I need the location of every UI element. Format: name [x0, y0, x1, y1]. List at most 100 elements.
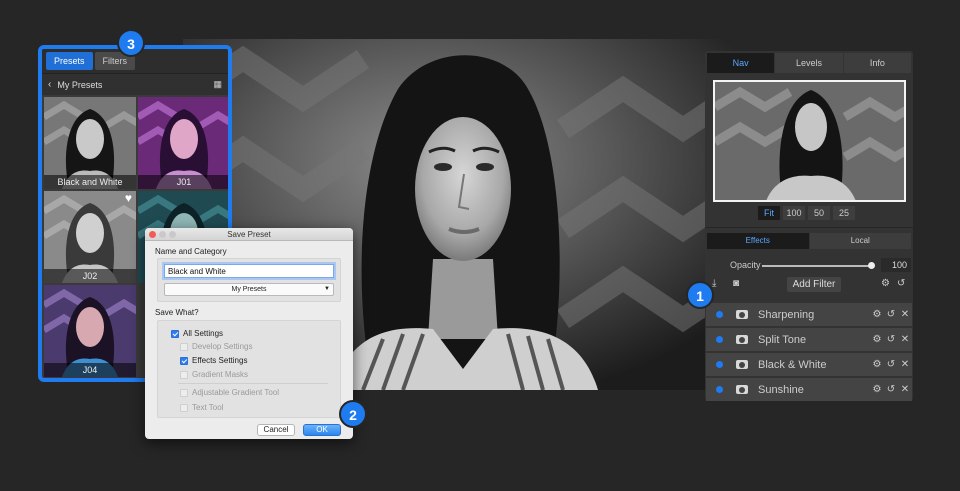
filter-enabled-dot-icon[interactable] [716, 336, 723, 343]
develop-settings-checkbox[interactable]: Develop Settings [180, 342, 252, 351]
checkbox-label: Gradient Masks [192, 370, 249, 379]
gear-icon[interactable]: ⚙ [870, 359, 884, 370]
favorite-heart-icon[interactable]: ♥ [125, 191, 132, 205]
tab-local[interactable]: Local [809, 233, 911, 249]
mask-icon[interactable]: ◙ [733, 278, 739, 289]
step-badge-1: 1 [686, 281, 714, 309]
tab-effects[interactable]: Effects [707, 233, 809, 249]
grid-view-icon[interactable]: ▦ [213, 79, 222, 90]
filter-row-sharpening[interactable]: Sharpening ⚙ ↺ ✕ [706, 303, 912, 326]
mask-icon[interactable] [736, 360, 748, 369]
mask-icon[interactable] [736, 310, 748, 319]
checkbox-label: Adjustable Gradient Tool [192, 388, 280, 397]
preset-name-input[interactable]: Black and White [164, 264, 334, 278]
preset-label: Black and White [44, 175, 136, 189]
effects-settings-checkbox[interactable]: Effects Settings [180, 356, 247, 365]
mask-icon[interactable] [736, 385, 748, 394]
category-select-value: My Presets [231, 286, 267, 293]
minimize-window-icon[interactable] [159, 231, 166, 238]
presets-header: ‹ My Presets ▦ [42, 73, 228, 95]
preset-thumb-j01[interactable]: J01 [138, 97, 228, 189]
filter-enabled-dot-icon[interactable] [716, 386, 723, 393]
preset-label: J04 [44, 363, 136, 377]
step-badge-2: 2 [339, 400, 367, 428]
tab-levels[interactable]: Levels [775, 53, 843, 73]
preset-thumb-black-and-white[interactable]: Black and White [44, 97, 136, 189]
checkbox-label: All Settings [183, 329, 224, 338]
panel-divider [705, 227, 913, 228]
reset-icon[interactable]: ↺ [884, 384, 898, 395]
filter-row-split-tone[interactable]: Split Tone ⚙ ↺ ✕ [706, 328, 912, 351]
save-preset-dialog: Save Preset Name and Category Black and … [145, 228, 353, 439]
close-icon[interactable]: ✕ [898, 384, 912, 395]
dialog-title-bar: Save Preset [145, 228, 353, 241]
gear-icon[interactable]: ⚙ [870, 309, 884, 320]
close-icon[interactable]: ✕ [898, 334, 912, 345]
checkbox-unchecked-icon [180, 388, 188, 397]
filter-name: Black & White [758, 358, 827, 371]
save-what-heading: Save What? [155, 308, 199, 317]
navigator-preview-image [715, 82, 904, 200]
filter-name: Sunshine [758, 383, 804, 396]
step-badge-3: 3 [117, 29, 145, 57]
opacity-slider-track[interactable] [762, 265, 873, 267]
checkbox-label: Develop Settings [192, 342, 253, 351]
checkbox-checked-icon [171, 329, 179, 338]
import-icon[interactable]: ⤓ [712, 278, 716, 289]
right-panel: Nav Levels Info Fit 100 50 25 Effects Lo… [705, 51, 913, 401]
gradient-masks-checkbox[interactable]: Gradient Masks [180, 370, 248, 379]
presets-category-title: My Presets [57, 79, 103, 90]
opacity-slider-handle[interactable] [868, 262, 875, 269]
tab-info[interactable]: Info [843, 53, 911, 73]
checkbox-unchecked-icon [180, 370, 188, 379]
preset-thumb-j04[interactable]: J04 [44, 285, 136, 377]
zoom-100-button[interactable]: 100 [783, 206, 805, 220]
close-icon[interactable]: ✕ [898, 359, 912, 370]
back-arrow-icon[interactable]: ‹ [48, 79, 51, 90]
filter-enabled-dot-icon[interactable] [716, 311, 723, 318]
gear-icon[interactable]: ⚙ [870, 334, 884, 345]
category-select[interactable]: My Presets ▼ [164, 283, 334, 296]
preset-thumb-j02[interactable]: ♥ J02 [44, 191, 136, 283]
checkbox-unchecked-icon [180, 403, 188, 412]
dialog-title: Save Preset [227, 230, 271, 239]
close-icon[interactable]: ✕ [898, 309, 912, 320]
reset-icon[interactable]: ↺ [884, 334, 898, 345]
zoom-window-icon[interactable] [169, 231, 176, 238]
window-controls [149, 231, 176, 238]
effects-local-tab-bar: Effects Local [707, 233, 911, 249]
options-divider [178, 383, 328, 384]
opacity-label: Opacity [730, 260, 761, 270]
gear-icon[interactable]: ⚙ [870, 384, 884, 395]
zoom-50-button[interactable]: 50 [808, 206, 830, 220]
checkbox-unchecked-icon [180, 342, 188, 351]
navigator-preview[interactable] [713, 80, 906, 202]
add-filter-button[interactable]: Add Filter [787, 277, 841, 292]
zoom-25-button[interactable]: 25 [833, 206, 855, 220]
filter-row-sunshine[interactable]: Sunshine ⚙ ↺ ✕ [706, 378, 912, 401]
close-window-icon[interactable] [149, 231, 156, 238]
filter-name: Sharpening [758, 308, 815, 321]
reset-icon[interactable]: ↺ [884, 309, 898, 320]
reset-icon[interactable]: ↺ [897, 278, 905, 289]
all-settings-checkbox[interactable]: All Settings [171, 329, 223, 338]
tab-presets[interactable]: Presets [46, 52, 93, 70]
text-tool-checkbox[interactable]: Text Tool [180, 403, 223, 412]
gear-icon[interactable]: ⚙ [881, 278, 890, 289]
zoom-controls: Fit 100 50 25 [758, 206, 855, 220]
zoom-fit-button[interactable]: Fit [758, 206, 780, 220]
preset-label: J02 [44, 269, 136, 283]
reset-icon[interactable]: ↺ [884, 359, 898, 370]
ok-button[interactable]: OK [303, 424, 341, 436]
tab-nav[interactable]: Nav [707, 53, 775, 73]
checkbox-checked-icon [180, 356, 188, 365]
filter-row-black-white[interactable]: Black & White ⚙ ↺ ✕ [706, 353, 912, 376]
nav-tab-bar: Nav Levels Info [707, 53, 911, 73]
checkbox-label: Text Tool [192, 403, 224, 412]
filter-name: Split Tone [758, 333, 807, 346]
filter-enabled-dot-icon[interactable] [716, 361, 723, 368]
mask-icon[interactable] [736, 335, 748, 344]
opacity-value[interactable]: 100 [881, 258, 911, 272]
cancel-button[interactable]: Cancel [257, 424, 295, 436]
adjustable-gradient-checkbox[interactable]: Adjustable Gradient Tool [180, 388, 279, 397]
